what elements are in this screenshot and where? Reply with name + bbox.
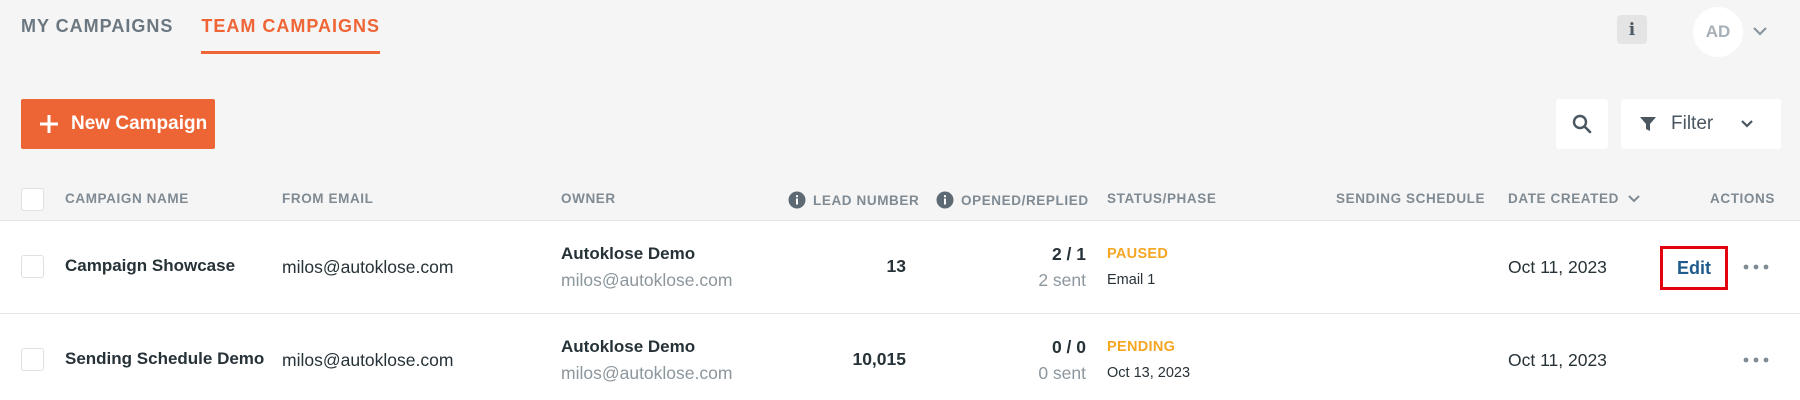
column-opened-replied[interactable]: OPENED/REPLIED	[936, 191, 1089, 209]
campaign-name[interactable]: Sending Schedule Demo	[65, 349, 264, 369]
chevron-down-icon	[1741, 120, 1754, 128]
column-status-phase[interactable]: STATUS/PHASE	[1107, 191, 1216, 206]
search-button[interactable]	[1556, 99, 1608, 149]
plus-icon	[40, 115, 58, 133]
column-actions: ACTIONS	[1710, 191, 1775, 206]
search-icon	[1572, 114, 1592, 134]
sent-count: 2 sent	[1038, 270, 1086, 290]
sort-down-icon	[1628, 194, 1640, 202]
date-created: Oct 11, 2023	[1508, 350, 1607, 370]
select-all-checkbox[interactable]	[21, 188, 44, 211]
from-email: milos@autoklose.com	[282, 350, 454, 370]
more-horizontal-icon[interactable]	[1742, 352, 1770, 368]
lead-number: 10,015	[852, 349, 906, 369]
status-badge: PENDING	[1107, 339, 1176, 355]
column-lead-number[interactable]: LEAD NUMBER	[788, 191, 919, 209]
phase: Oct 13, 2023	[1107, 365, 1191, 381]
chevron-down-icon[interactable]	[1750, 23, 1770, 39]
column-campaign-name[interactable]: CAMPAIGN NAME	[65, 191, 189, 206]
sent-count: 0 sent	[1038, 363, 1086, 383]
edit-button[interactable]: Edit	[1660, 246, 1728, 290]
table-row[interactable]: Campaign Showcase milos@autoklose.com Au…	[0, 220, 1800, 313]
opened-replied: 0 / 0	[1051, 337, 1086, 357]
campaign-name[interactable]: Campaign Showcase	[65, 256, 235, 276]
owner-email: milos@autoklose.com	[561, 363, 733, 383]
from-email: milos@autoklose.com	[282, 257, 454, 277]
filter-button[interactable]: Filter	[1621, 99, 1781, 149]
info-icon	[788, 191, 806, 209]
tab-my-campaigns[interactable]: MY CAMPAIGNS	[21, 0, 173, 54]
table-row[interactable]: Sending Schedule Demo milos@autoklose.co…	[0, 313, 1800, 400]
owner-name: Autoklose Demo	[561, 244, 696, 263]
column-owner[interactable]: OWNER	[561, 191, 616, 206]
info-icon[interactable]: i	[1617, 15, 1647, 44]
column-opened-replied-label: OPENED/REPLIED	[961, 192, 1089, 208]
date-created: Oct 11, 2023	[1508, 257, 1607, 277]
campaign-tabs: MY CAMPAIGNS TEAM CAMPAIGNS	[21, 0, 408, 54]
filter-label: Filter	[1671, 113, 1714, 134]
more-horizontal-icon[interactable]	[1742, 259, 1770, 275]
new-campaign-button[interactable]: New Campaign	[21, 99, 215, 149]
column-date-created[interactable]: DATE CREATED	[1508, 191, 1641, 206]
tab-team-campaigns[interactable]: TEAM CAMPAIGNS	[201, 0, 380, 54]
row-checkbox[interactable]	[21, 255, 44, 278]
column-sending-schedule[interactable]: SENDING SCHEDULE	[1336, 191, 1485, 206]
filter-icon	[1640, 117, 1656, 131]
status-badge: PAUSED	[1107, 246, 1169, 262]
info-icon	[936, 191, 954, 209]
lead-number: 13	[886, 256, 906, 276]
column-lead-number-label: LEAD NUMBER	[813, 192, 920, 208]
avatar[interactable]: AD	[1693, 7, 1743, 57]
column-date-created-label: DATE CREATED	[1508, 191, 1619, 206]
new-campaign-label: New Campaign	[71, 113, 208, 134]
column-from-email[interactable]: FROM EMAIL	[282, 191, 374, 206]
row-checkbox[interactable]	[21, 348, 44, 371]
opened-replied: 2 / 1	[1051, 244, 1086, 264]
owner-email: milos@autoklose.com	[561, 270, 733, 290]
table-header: CAMPAIGN NAME FROM EMAIL OWNER LEAD NUMB…	[0, 180, 1800, 220]
owner-name: Autoklose Demo	[561, 337, 696, 356]
phase: Email 1	[1107, 272, 1156, 288]
